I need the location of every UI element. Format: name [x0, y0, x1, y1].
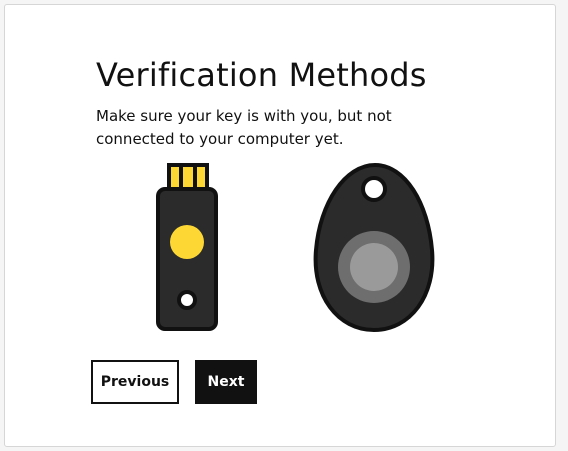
card-content: Verification Methods Make sure your key …	[96, 55, 496, 151]
previous-button[interactable]: Previous	[91, 360, 179, 404]
usb-security-key-icon	[156, 163, 218, 331]
next-button[interactable]: Next	[195, 360, 257, 404]
page-title: Verification Methods	[96, 56, 427, 94]
page-description: Make sure your key is with you, but not …	[96, 107, 392, 148]
security-keys-illustration	[156, 162, 435, 333]
keyfob-security-key-icon	[313, 162, 435, 333]
